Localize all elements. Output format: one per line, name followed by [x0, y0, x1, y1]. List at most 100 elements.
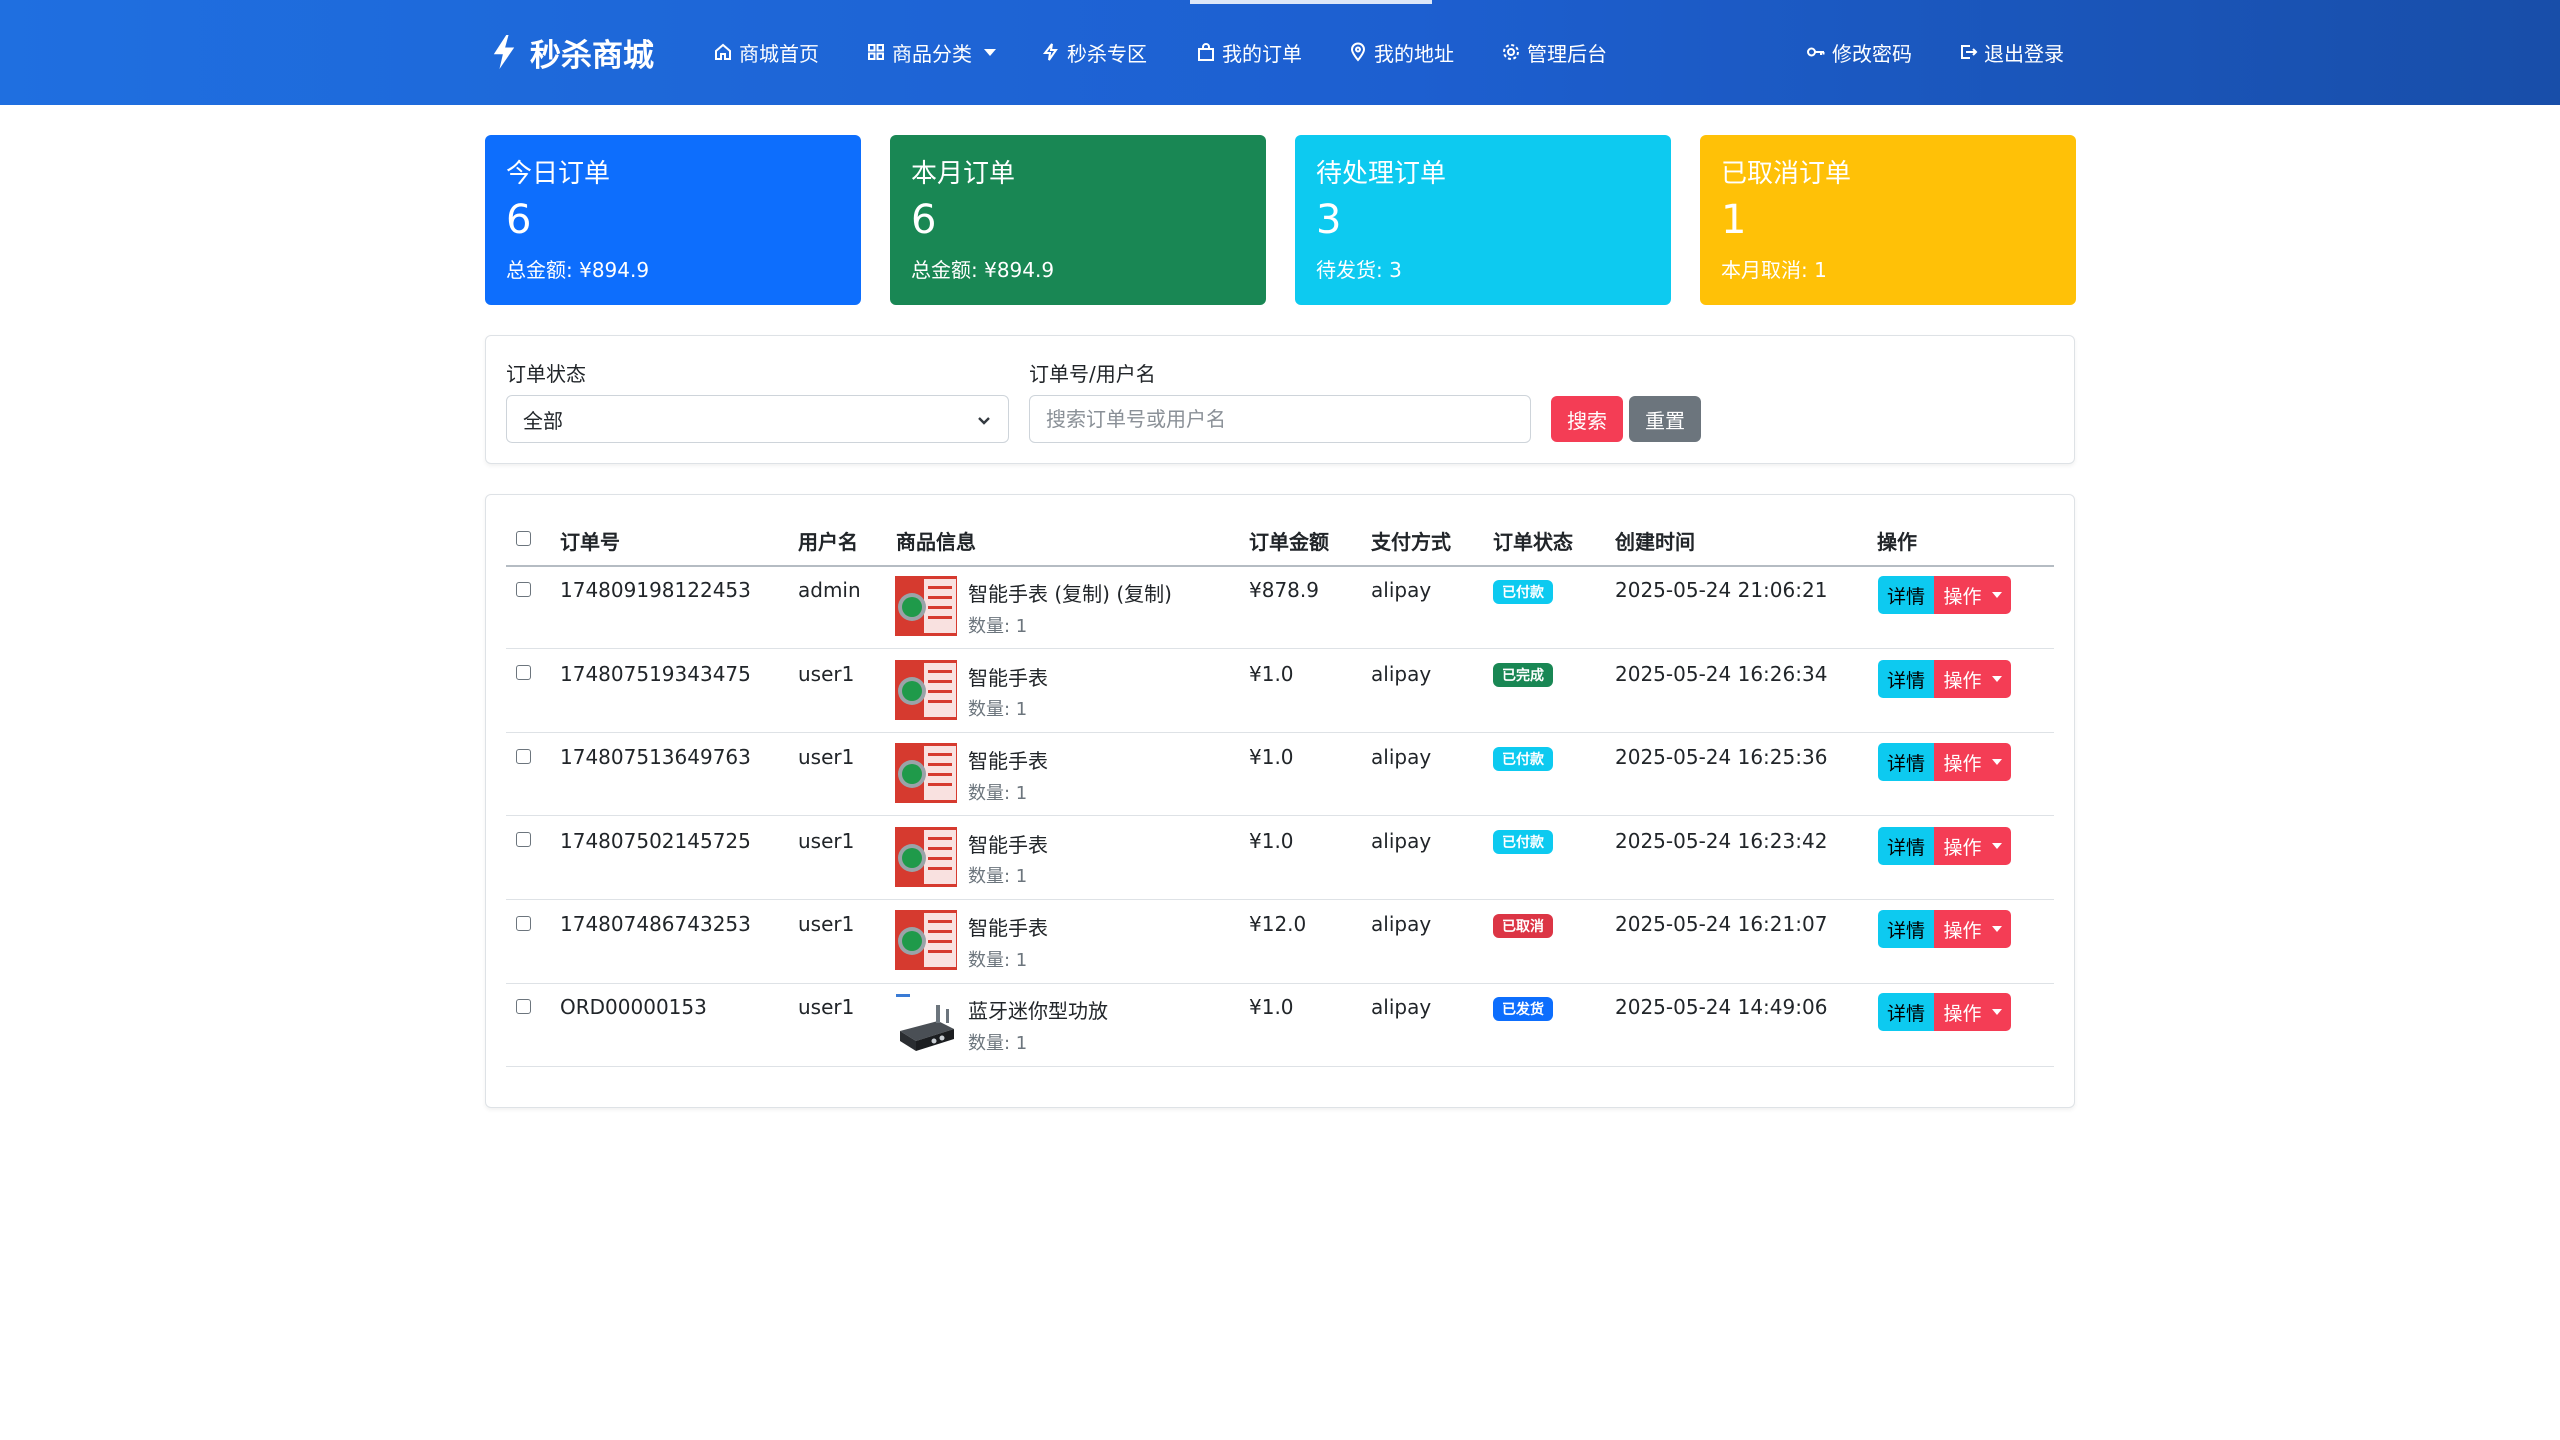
nav-my-orders[interactable]: 我的订单	[1196, 36, 1302, 68]
search-button[interactable]: 搜索	[1551, 396, 1623, 442]
lightning-outline-icon	[1042, 43, 1058, 61]
stat-card-pending: 待处理订单 3 待发货: 3	[1295, 135, 1671, 305]
payment-method: alipay	[1371, 912, 1432, 936]
operation-dropdown-button[interactable]: 操作	[1934, 660, 2011, 698]
stat-title: 本月订单	[911, 159, 1016, 189]
status-select[interactable]: 全部	[506, 395, 1009, 443]
table-header-divider	[506, 565, 2054, 567]
product-amplifier-thumbnail	[894, 991, 958, 1055]
row-checkbox[interactable]	[516, 916, 531, 931]
stat-value: 3	[1316, 197, 1342, 243]
row-checkbox[interactable]	[516, 665, 531, 680]
username: user1	[798, 995, 855, 1019]
detail-button[interactable]: 详情	[1878, 910, 1934, 948]
payment-method: alipay	[1371, 662, 1432, 686]
operation-label: 操作	[1943, 752, 1982, 775]
nav-admin[interactable]: 管理后台	[1501, 36, 1607, 68]
operation-label: 操作	[1943, 836, 1982, 859]
detail-button[interactable]: 详情	[1878, 576, 1934, 614]
product-name: 智能手表	[968, 916, 1048, 940]
status-badge: 已付款	[1493, 747, 1553, 771]
created-time: 2025-05-24 21:06:21	[1615, 578, 1828, 602]
product-watch-thumbnail	[894, 825, 958, 889]
reset-button[interactable]: 重置	[1629, 396, 1701, 442]
stat-subtitle: 本月取消: 1	[1721, 258, 1827, 282]
search-input[interactable]	[1029, 395, 1531, 443]
payment-method: alipay	[1371, 829, 1432, 853]
nav-flash-sale-label: 秒杀专区	[1067, 41, 1147, 66]
stat-subtitle: 总金额: ¥894.9	[911, 258, 1055, 282]
detail-button[interactable]: 详情	[1878, 743, 1934, 781]
product-quantity: 数量: 1	[968, 699, 1028, 720]
logout-icon	[1961, 45, 1978, 59]
status-badge: 已付款	[1493, 580, 1553, 604]
chevron-down-icon	[1991, 926, 2002, 932]
stat-subtitle: 待发货: 3	[1316, 258, 1402, 282]
order-amount: ¥12.0	[1249, 912, 1307, 936]
nav-flash-sale[interactable]: 秒杀专区	[1041, 36, 1147, 68]
order-no: 174809198122453	[560, 578, 751, 602]
header-amount: 订单金额	[1249, 530, 1329, 554]
stat-card-cancelled: 已取消订单 1 本月取消: 1	[1700, 135, 2076, 305]
brand-link[interactable]: 秒杀商城	[490, 30, 654, 74]
header-created: 创建时间	[1615, 530, 1695, 554]
select-all-checkbox[interactable]	[516, 531, 531, 546]
detail-button[interactable]: 详情	[1878, 993, 1934, 1031]
operation-dropdown-button[interactable]: 操作	[1934, 576, 2011, 614]
operation-dropdown-button[interactable]: 操作	[1934, 743, 2011, 781]
username: user1	[798, 829, 855, 853]
stat-card-today: 今日订单 6 总金额: ¥894.9	[485, 135, 861, 305]
nav-logout[interactable]: 退出登录	[1958, 36, 2064, 68]
row-checkbox[interactable]	[516, 582, 531, 597]
status-badge: 已取消	[1493, 914, 1553, 938]
status-badge: 已付款	[1493, 830, 1553, 854]
header-status: 订单状态	[1493, 530, 1573, 554]
header-product: 商品信息	[896, 530, 976, 554]
row-checkbox[interactable]	[516, 999, 531, 1014]
nav-logout-label: 退出登录	[1984, 41, 2064, 66]
location-pin-icon	[1350, 42, 1366, 62]
nav-categories-dropdown[interactable]: 商品分类	[866, 36, 996, 68]
detail-button[interactable]: 详情	[1878, 660, 1934, 698]
nav-my-address-label: 我的地址	[1374, 41, 1454, 66]
created-time: 2025-05-24 16:26:34	[1615, 662, 1828, 686]
status-badge: 已发货	[1493, 997, 1553, 1021]
operation-dropdown-button[interactable]: 操作	[1934, 910, 2011, 948]
nav-categories-label: 商品分类	[892, 41, 972, 66]
order-no: 174807519343475	[560, 662, 751, 686]
stat-title: 已取消订单	[1721, 159, 1852, 189]
nav-admin-label: 管理后台	[1527, 41, 1607, 66]
operation-dropdown-button[interactable]: 操作	[1934, 827, 2011, 865]
operation-label: 操作	[1943, 1002, 1982, 1025]
stat-subtitle: 总金额: ¥894.9	[506, 258, 650, 282]
header-username: 用户名	[798, 530, 858, 554]
stat-value: 6	[506, 197, 532, 243]
row-checkbox[interactable]	[516, 832, 531, 847]
product-name: 智能手表 (复制) (复制)	[968, 582, 1172, 606]
order-no: 174807513649763	[560, 745, 751, 769]
order-amount: ¥1.0	[1249, 995, 1294, 1019]
nav-home[interactable]: 商城首页	[713, 36, 819, 68]
gear-icon	[1503, 44, 1519, 60]
nav-my-address[interactable]: 我的地址	[1348, 36, 1454, 68]
order-no: 174807502145725	[560, 829, 751, 853]
order-no: 174807486743253	[560, 912, 751, 936]
product-watch-thumbnail	[894, 908, 958, 972]
order-amount: ¥1.0	[1249, 662, 1294, 686]
chevron-down-icon	[984, 48, 996, 56]
row-checkbox[interactable]	[516, 749, 531, 764]
nav-my-orders-label: 我的订单	[1222, 41, 1302, 66]
detail-button[interactable]: 详情	[1878, 827, 1934, 865]
product-watch-thumbnail	[894, 574, 958, 638]
operation-dropdown-button[interactable]: 操作	[1934, 993, 2011, 1031]
header-actions: 操作	[1877, 530, 1917, 554]
username: user1	[798, 662, 855, 686]
order-amount: ¥1.0	[1249, 745, 1294, 769]
status-select-value: 全部	[523, 408, 563, 433]
chevron-down-icon	[1991, 1009, 2002, 1015]
grid-icon	[868, 44, 884, 60]
nav-change-password[interactable]: 修改密码	[1806, 36, 1912, 68]
created-time: 2025-05-24 16:21:07	[1615, 912, 1828, 936]
operation-label: 操作	[1943, 669, 1982, 692]
payment-method: alipay	[1371, 995, 1432, 1019]
